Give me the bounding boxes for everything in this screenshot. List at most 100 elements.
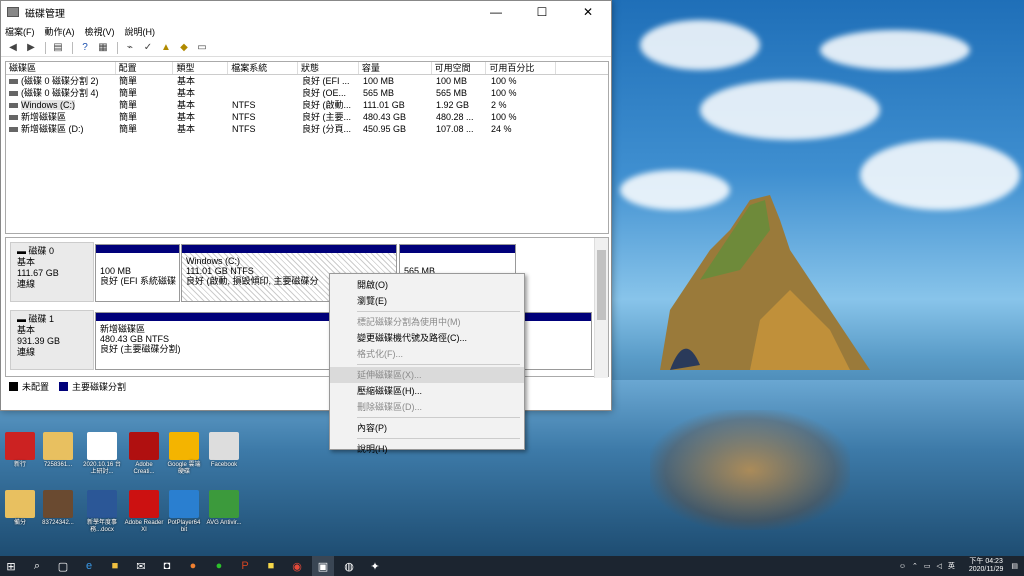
file-explorer-icon[interactable]: ■ bbox=[104, 556, 126, 576]
partition-bar bbox=[96, 245, 179, 253]
cell-status: 良好 (EFI ... bbox=[302, 76, 350, 86]
desktop-icon[interactable]: 7258361... bbox=[38, 432, 78, 469]
table-row[interactable]: (磁碟 0 磁碟分割 4) 簡單 基本 良好 (OE... 565 MB 565 MB 10… bbox=[6, 87, 608, 99]
minimize-button[interactable]: — bbox=[473, 1, 519, 23]
menu-view[interactable]: 檢視(V) bbox=[85, 25, 115, 38]
connect-icon[interactable]: ⌁ bbox=[122, 41, 138, 55]
desktop-icon-label: 7258361... bbox=[43, 462, 73, 468]
notification-icon[interactable]: ▤ bbox=[1011, 562, 1018, 570]
cell-pct: 100 % bbox=[491, 76, 517, 86]
close-button[interactable]: ✕ bbox=[565, 1, 611, 23]
disk-label[interactable]: ▬ 磁碟 0 基本 111.67 GB 連線 bbox=[10, 242, 94, 302]
desktop-icon[interactable]: Google 雲端 硬碟 bbox=[164, 432, 204, 476]
input-method-icon[interactable]: 英 bbox=[948, 561, 955, 571]
disk-management-icon bbox=[7, 7, 19, 17]
task-view-icon[interactable]: ▢ bbox=[52, 556, 74, 576]
table-row[interactable]: (磁碟 0 磁碟分割 2) 簡單 基本 良好 (EFI ... 100 MB 100 MB… bbox=[6, 75, 608, 87]
cell-free: 107.08 ... bbox=[436, 124, 474, 134]
cell-volume: Windows (C:) bbox=[6, 99, 116, 111]
clock[interactable]: 下午 04:23 2020/11/29 bbox=[969, 558, 1004, 574]
col-volume[interactable]: 磁碟區 bbox=[6, 62, 116, 74]
desktop-icon[interactable]: PotPlayer64 bit bbox=[164, 490, 204, 534]
col-free-space[interactable]: 可用空間 bbox=[432, 62, 487, 74]
cell-status: 良好 (分頁... bbox=[302, 124, 351, 134]
title-bar[interactable]: 磁碟管理 — ☐ ✕ bbox=[1, 1, 611, 23]
menu-properties[interactable]: 內容(P) bbox=[330, 420, 524, 436]
powerpoint-icon[interactable]: P bbox=[234, 556, 256, 576]
scrollbar-thumb[interactable] bbox=[597, 250, 606, 320]
volume-icon bbox=[9, 127, 18, 133]
menu-shrink-volume[interactable]: 壓縮磁碟區(H)... bbox=[330, 383, 524, 399]
mail-icon[interactable]: ✉ bbox=[130, 556, 152, 576]
cell-layout: 簡單 bbox=[119, 100, 138, 110]
forward-icon[interactable]: ▶ bbox=[23, 41, 39, 55]
desktop-icon[interactable]: 2020.10.16 台上研討... bbox=[82, 432, 122, 476]
cell-type: 基本 bbox=[177, 124, 196, 134]
desktop-icon[interactable]: 備分 bbox=[0, 490, 40, 527]
menu-help[interactable]: 說明(H) bbox=[330, 441, 524, 457]
table-row[interactable]: 新增磁碟區 簡單 基本 NTFS 良好 (主要... 480.43 GB 480.28 ..… bbox=[6, 111, 608, 123]
menu-open[interactable]: 開啟(O) bbox=[330, 277, 524, 293]
line-icon[interactable]: ● bbox=[208, 556, 230, 576]
desktop-icon-image bbox=[169, 490, 199, 518]
menu-change-drive-letter[interactable]: 變更磁碟機代號及路徑(C)... bbox=[330, 330, 524, 346]
rock-reflection bbox=[650, 410, 850, 530]
context-menu: 開啟(O) 瀏覽(E) 標記磁碟分割為使用中(M) 變更磁碟機代號及路徑(C).… bbox=[329, 273, 525, 454]
col-status[interactable]: 狀態 bbox=[298, 62, 359, 74]
desktop-icon[interactable]: 83724342... bbox=[38, 490, 78, 527]
menu-help[interactable]: 說明(H) bbox=[125, 25, 156, 38]
cloud bbox=[700, 80, 880, 140]
cell-type: 基本 bbox=[177, 76, 196, 86]
vertical-scrollbar[interactable] bbox=[594, 238, 608, 378]
desktop-icon[interactable]: Facebook bbox=[204, 432, 244, 469]
volume-list[interactable]: 磁碟區 配置 類型 檔案系統 狀態 容量 可用空間 可用百分比 (磁碟 0 磁碟… bbox=[5, 61, 609, 234]
back-icon[interactable]: ◀ bbox=[5, 41, 21, 55]
col-layout[interactable]: 配置 bbox=[116, 62, 174, 74]
app-icon[interactable]: ● bbox=[182, 556, 204, 576]
checkmark-icon[interactable]: ✓ bbox=[140, 41, 156, 55]
disk-label[interactable]: ▬ 磁碟 1 基本 931.39 GB 連線 bbox=[10, 310, 94, 370]
col-percent-free[interactable]: 可用百分比 bbox=[486, 62, 557, 74]
desktop-icon[interactable]: 新行 bbox=[0, 432, 40, 469]
desktop-icon[interactable]: Adobe Reader XI bbox=[124, 490, 164, 534]
console-tree-icon[interactable]: ▤ bbox=[50, 41, 66, 55]
search-icon[interactable]: ⌕ bbox=[26, 556, 48, 576]
store-icon[interactable]: ◘ bbox=[156, 556, 178, 576]
sticky-notes-icon[interactable]: ■ bbox=[260, 556, 282, 576]
menu-explore[interactable]: 瀏覽(E) bbox=[330, 293, 524, 309]
desktop-icon[interactable]: 新學年度事務...docx bbox=[82, 490, 122, 534]
desktop-icon[interactable]: Adobe Creati... bbox=[124, 432, 164, 476]
disk-management-task-icon[interactable]: ▣ bbox=[312, 556, 334, 576]
new-volume-icon[interactable]: ▲ bbox=[158, 41, 174, 55]
table-row[interactable]: 新增磁碟區 (D:) 簡單 基本 NTFS 良好 (分頁... 450.95 GB 107.… bbox=[6, 123, 608, 135]
menu-action[interactable]: 動作(A) bbox=[45, 25, 75, 38]
cell-layout: 簡單 bbox=[119, 76, 138, 86]
menu-separator bbox=[357, 364, 520, 365]
system-tray: ☺ ⌃ ▭ ◁ 英 下午 04:23 2020/11/29 ▤ bbox=[899, 556, 1018, 576]
view-icon[interactable]: ▭ bbox=[194, 41, 210, 55]
chrome-icon[interactable]: ◉ bbox=[286, 556, 308, 576]
col-capacity[interactable]: 容量 bbox=[359, 62, 432, 74]
table-row[interactable]: Windows (C:) 簡單 基本 NTFS 良好 (啟動... 111.01 GB 1.… bbox=[6, 99, 608, 111]
edge-icon[interactable]: e bbox=[78, 556, 100, 576]
properties-icon[interactable]: ▦ bbox=[95, 41, 111, 55]
desktop-icon[interactable]: AVG Antivir... bbox=[204, 490, 244, 527]
col-filesystem[interactable]: 檔案系統 bbox=[228, 62, 299, 74]
people-icon[interactable]: ☺ bbox=[899, 563, 906, 570]
start-icon[interactable]: ⊞ bbox=[0, 556, 22, 576]
maximize-button[interactable]: ☐ bbox=[519, 1, 565, 23]
help-icon[interactable]: ? bbox=[77, 41, 93, 55]
menu-file[interactable]: 檔案(F) bbox=[5, 25, 35, 38]
app-icon[interactable]: ✦ bbox=[364, 556, 386, 576]
chevron-up-icon[interactable]: ⌃ bbox=[912, 562, 918, 570]
cell-capacity: 480.43 GB bbox=[363, 112, 407, 122]
cell-free: 100 MB bbox=[436, 76, 468, 86]
network-icon[interactable]: ▭ bbox=[924, 562, 931, 570]
disk-name: 磁碟 0 bbox=[28, 246, 55, 256]
volume-icon[interactable]: ◁ bbox=[936, 562, 941, 570]
app-icon[interactable]: ◍ bbox=[338, 556, 360, 576]
col-type[interactable]: 類型 bbox=[173, 62, 229, 74]
partition[interactable]: 100 MB 良好 (EFI 系統磁碟 bbox=[95, 244, 180, 302]
rescan-icon[interactable]: ◆ bbox=[176, 41, 192, 55]
cell-volume: (磁碟 0 磁碟分割 2) bbox=[6, 75, 116, 87]
